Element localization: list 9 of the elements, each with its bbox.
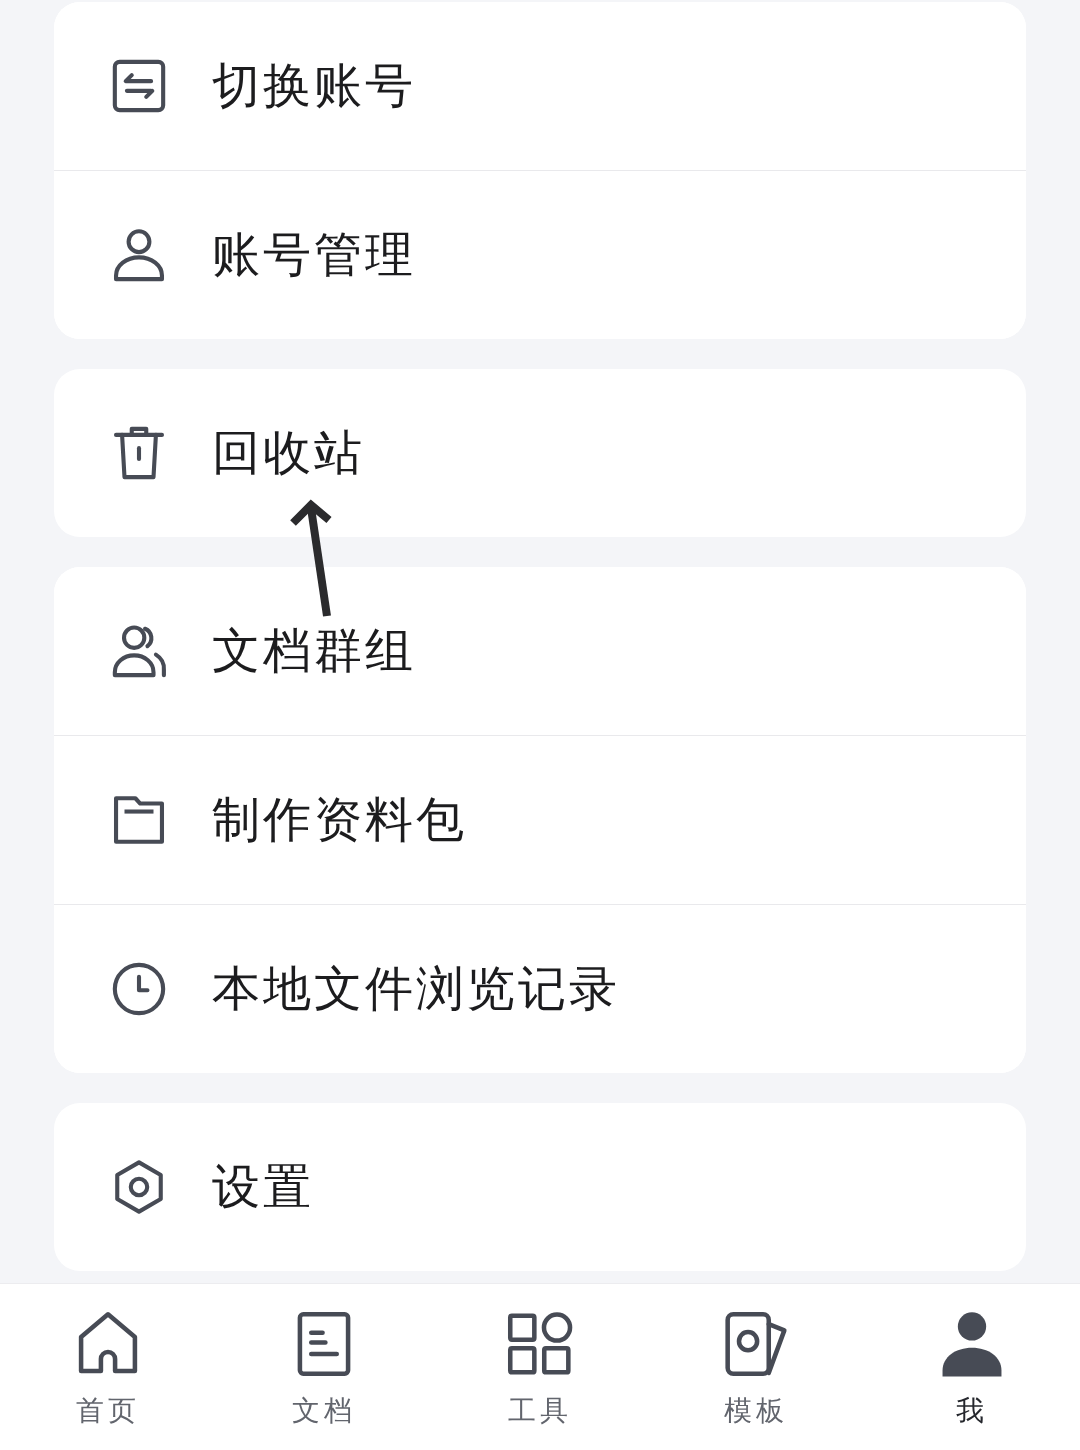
nav-tab[interactable]: 首页 [0, 1284, 216, 1450]
nav-tab[interactable]: 我 [864, 1284, 1080, 1450]
card-stack-icon [722, 1310, 790, 1378]
nav-tab[interactable]: 工具 [432, 1284, 648, 1450]
clock-icon [110, 960, 168, 1018]
nav-tab[interactable]: 模板 [648, 1284, 864, 1450]
nav-tab[interactable]: 文档 [216, 1284, 432, 1450]
shapes-grid-icon [506, 1310, 574, 1378]
swap-arrows-icon [110, 57, 168, 115]
